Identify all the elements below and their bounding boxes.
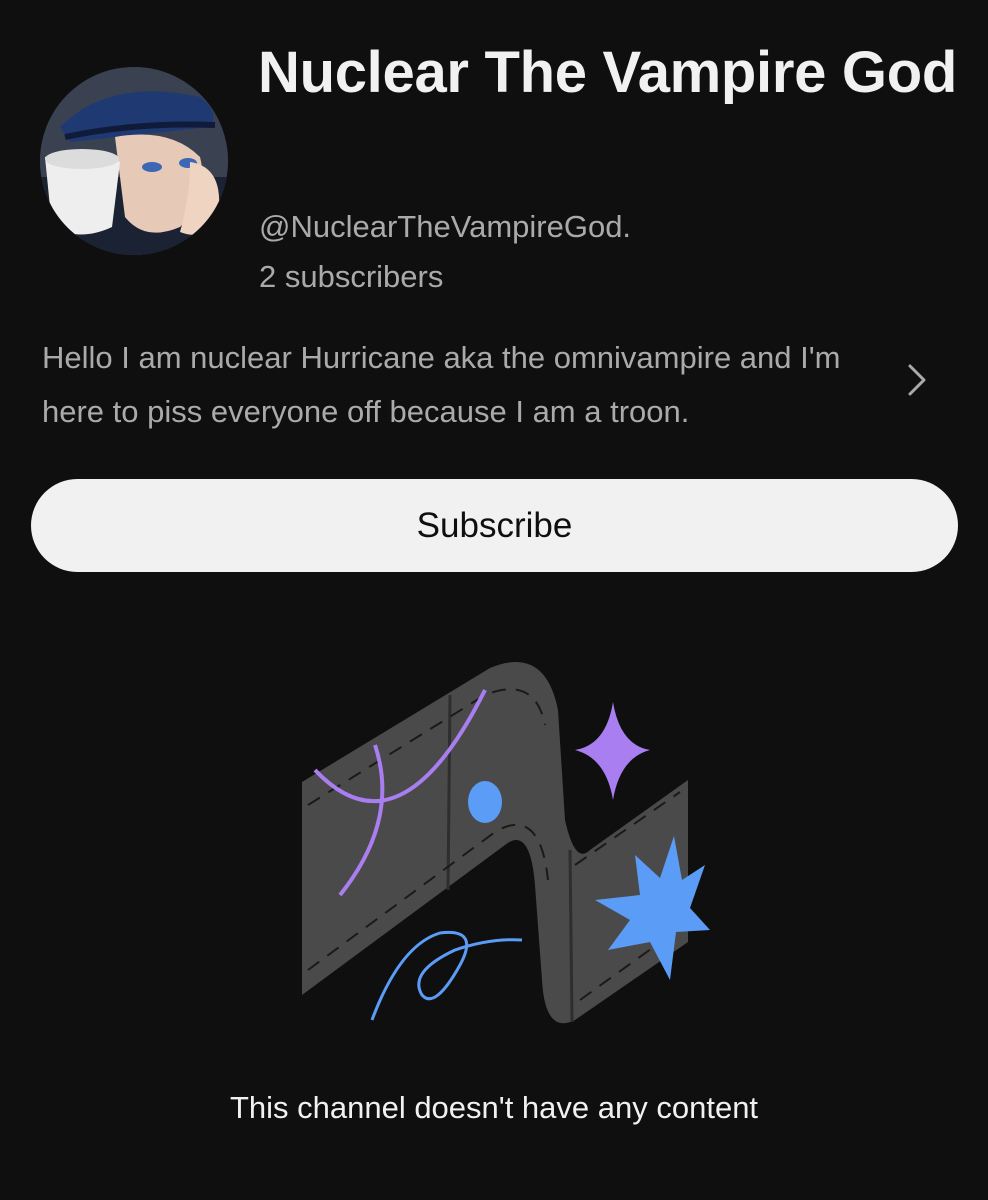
- subscriber-count: 2 subscribers: [259, 259, 444, 294]
- channel-page: Nuclear The Vampire God @NuclearTheVampi…: [0, 0, 988, 1200]
- empty-channel-illustration-icon: [302, 661, 710, 1024]
- channel-description[interactable]: Hello I am nuclear Hurricane aka the omn…: [42, 331, 882, 439]
- avatar[interactable]: [40, 67, 228, 255]
- channel-title: Nuclear The Vampire God: [258, 40, 957, 105]
- empty-state-message: This channel doesn't have any content: [229, 1090, 759, 1125]
- channel-handle: @NuclearTheVampireGod.: [259, 209, 632, 244]
- chevron-right-icon[interactable]: [900, 360, 932, 400]
- avatar-image: [40, 67, 228, 255]
- subscribe-button[interactable]: Subscribe: [31, 479, 958, 572]
